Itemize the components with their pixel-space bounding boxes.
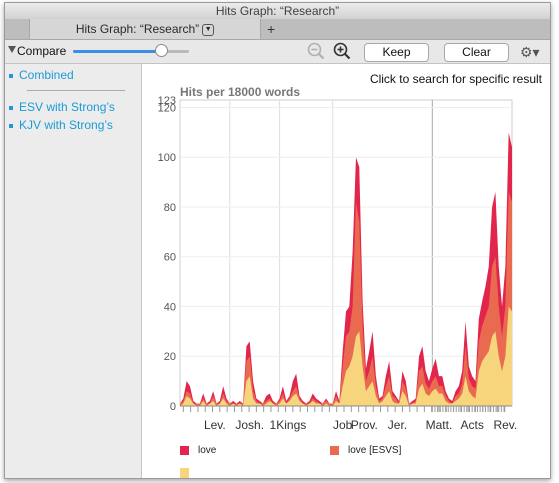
zoom-in-icon[interactable]: [333, 42, 351, 60]
sidebar-divider: [27, 90, 125, 91]
x-tick-label: Jer.: [388, 418, 407, 432]
zoom-out-icon[interactable]: [307, 42, 325, 60]
hits-chart[interactable]: 020406080100120123Lev. Josh. 1Kings JobProv…: [142, 64, 550, 478]
x-tick-label: Josh.: [235, 418, 264, 432]
sidebar-item-label: KJV with Strong’s: [19, 118, 113, 132]
chevron-down-icon[interactable]: ▼: [202, 23, 215, 36]
tab-hits-graph[interactable]: Hits Graph: “Research” ▼: [29, 19, 261, 39]
bullet-icon: [9, 105, 13, 110]
sidebar-item-esv[interactable]: ESV with Strong’s: [9, 100, 115, 114]
legend-label: love [ESVS]: [348, 445, 402, 456]
bullet-icon: [9, 73, 13, 78]
plus-icon[interactable]: +: [267, 19, 275, 39]
compare-label: Compare: [17, 44, 67, 58]
slider-fill: [73, 50, 162, 53]
y-tick-label: 80: [164, 202, 176, 214]
compare-slider[interactable]: [73, 44, 189, 57]
disclosure-triangle-icon[interactable]: [8, 46, 16, 53]
slider-knob[interactable]: [155, 44, 169, 57]
tab-bar: Hits Graph: “Research” ▼ +: [5, 19, 550, 40]
graph-panel: Click to search for specific result Hits…: [142, 64, 550, 478]
sidebar: Combined ESV with Strong’s KJV with Stro…: [5, 64, 142, 478]
legend-swatch: [180, 445, 189, 455]
legend-item-love-esvs: love [ESVS]: [330, 445, 401, 456]
window-title: Hits Graph: “Research”: [5, 3, 550, 19]
clear-button[interactable]: Clear: [444, 43, 509, 62]
tab-label: Hits Graph: “Research”: [75, 22, 200, 36]
app-window: Hits Graph: “Research” Hits Graph: “Rese…: [4, 2, 551, 479]
x-tick-label: Prov.: [351, 418, 378, 432]
y-tick-label: 100: [158, 152, 176, 164]
y-tick-label: 60: [164, 252, 176, 264]
y-tick-label: 0: [170, 401, 176, 413]
y-tick-label: 40: [164, 301, 176, 313]
keep-button[interactable]: Keep: [364, 43, 429, 62]
legend-item-love: love: [180, 445, 216, 456]
legend-swatch: [330, 445, 339, 455]
x-tick-label: Rev.: [493, 418, 517, 432]
y-max-label: 123: [158, 95, 176, 107]
legend-swatch-partial: [180, 468, 189, 478]
x-tick-label: Matt.: [426, 418, 453, 432]
sidebar-item-label: ESV with Strong’s: [19, 100, 115, 114]
sidebar-item-combined[interactable]: Combined: [9, 68, 74, 82]
legend-label: love: [198, 445, 217, 456]
x-tick-label: 1Kings: [270, 418, 307, 432]
toolbar: Compare Keep Clear ⚙▾: [5, 40, 550, 64]
sidebar-item-label: Combined: [19, 68, 74, 82]
gear-icon[interactable]: ⚙▾: [520, 43, 542, 61]
bullet-icon: [9, 123, 13, 128]
sidebar-item-kjv[interactable]: KJV with Strong’s: [9, 118, 113, 132]
x-tick-label: Acts: [460, 418, 483, 432]
y-tick-label: 20: [164, 351, 176, 363]
x-tick-label: Lev.: [204, 418, 226, 432]
